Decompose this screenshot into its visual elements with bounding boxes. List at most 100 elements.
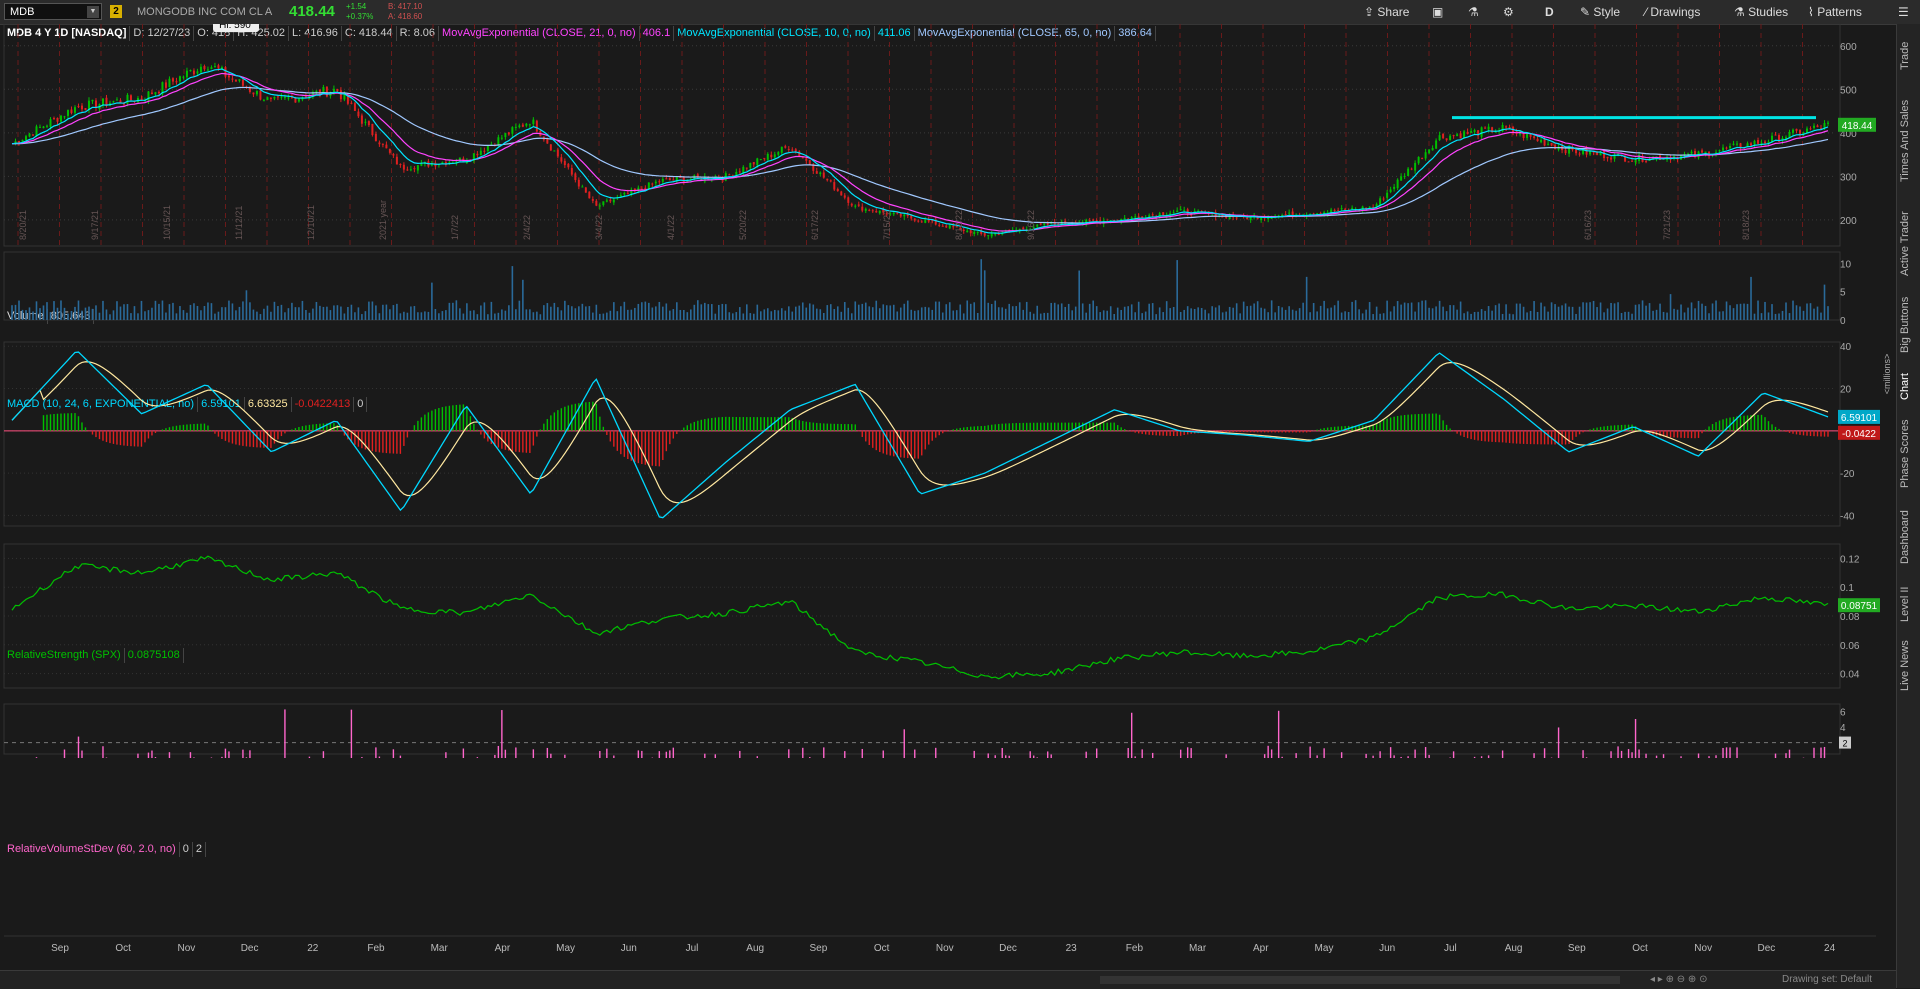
chevron-down-icon[interactable]: ▼ — [87, 6, 99, 18]
patterns-button[interactable]: ⌇ Patterns — [1808, 0, 1862, 24]
candle-body — [602, 201, 605, 205]
candle-body — [1333, 209, 1336, 211]
flask-icon[interactable]: ⚗ — [1468, 0, 1479, 24]
candle-body — [101, 98, 104, 106]
candle-body — [518, 125, 521, 128]
candle-body — [262, 100, 265, 102]
x-axis-label: Jul — [686, 943, 699, 954]
candle-body — [770, 154, 773, 158]
tab-times-and-sales[interactable]: Times And Sales — [1899, 86, 1919, 196]
candle-body — [826, 178, 829, 181]
candle-body — [875, 210, 878, 213]
candle-body — [1529, 134, 1532, 137]
tab-big-buttons[interactable]: Big Buttons — [1899, 290, 1919, 360]
x-axis-label: Oct — [874, 943, 890, 954]
candle-body — [966, 230, 969, 233]
change-percent: +0.37% — [346, 12, 374, 21]
date-label: 3/4/22 — [594, 215, 604, 240]
style-button[interactable]: ✎ Style — [1580, 0, 1620, 24]
candle-body — [843, 195, 846, 198]
candle-body — [325, 86, 328, 97]
bottom-scrollbar[interactable]: ◂ ▸ ⊕ ⊖ ⊕ ⊙ Drawing set: Default — [0, 970, 1896, 989]
candle-body — [1424, 152, 1427, 159]
candle-body — [339, 90, 342, 100]
tab-phase-scores[interactable]: Phase Scores — [1899, 414, 1919, 494]
tab-live-news[interactable]: Live News — [1899, 636, 1919, 696]
symbol-input[interactable]: MDB ▼ — [4, 3, 102, 20]
tab-trade[interactable]: Trade — [1899, 32, 1919, 80]
ma10-line — [11, 68, 1829, 234]
candle-body — [213, 66, 216, 68]
tab-chart[interactable]: Chart — [1899, 367, 1919, 407]
candle-body — [567, 163, 570, 168]
candle-body — [1533, 136, 1536, 138]
candle-body — [231, 78, 234, 80]
candle-body — [777, 152, 780, 155]
scroll-thumb[interactable] — [1100, 976, 1620, 984]
candle-body — [1246, 217, 1249, 220]
date-label: 10/15/21 — [162, 205, 172, 240]
candle-body — [1729, 146, 1732, 149]
candle-body — [595, 200, 598, 206]
candle-body — [598, 205, 601, 207]
candle-body — [360, 115, 363, 124]
candle-body — [399, 164, 402, 166]
date-label: 1/7/22 — [450, 215, 460, 240]
candle-body — [266, 97, 269, 100]
rvol-tick-label: 4 — [1840, 723, 1846, 734]
drawings-button[interactable]: ⁄ Drawings — [1645, 0, 1700, 24]
tab-active-trader[interactable]: Active Trader — [1899, 204, 1919, 284]
candle-body — [938, 224, 941, 226]
candle-body — [623, 192, 626, 195]
candle-body — [252, 92, 255, 95]
candle-body — [570, 168, 573, 175]
candle-body — [157, 91, 160, 94]
tab-level-ii[interactable]: Level II — [1899, 579, 1919, 629]
volume-tick-label: 10 — [1840, 259, 1852, 270]
snapshot-icon[interactable]: ▣ — [1432, 0, 1443, 24]
volume-tick-label: 0 — [1840, 316, 1846, 327]
candle-body — [1816, 125, 1819, 128]
zoom-controls-icon[interactable]: ◂ ▸ ⊕ ⊖ ⊕ ⊙ — [1650, 971, 1707, 989]
candle-body — [402, 164, 405, 170]
macd-tick-label: 40 — [1840, 342, 1852, 353]
candle-body — [1645, 161, 1648, 163]
candle-body — [1757, 140, 1760, 144]
drawing-set-label[interactable]: Drawing set: Default — [1782, 971, 1872, 989]
x-axis-label: Apr — [495, 943, 511, 954]
candle-body — [1547, 143, 1550, 145]
x-axis-label: 23 — [1066, 943, 1078, 954]
chart-canvas[interactable]: 200300400500600Hi: 590418.448/20/21 9/17/… — [0, 24, 1896, 970]
link-badge[interactable]: 2 — [110, 5, 122, 18]
candle-body — [1428, 149, 1431, 154]
candle-body — [189, 70, 192, 72]
candle-body — [1554, 144, 1557, 150]
candle-body — [507, 132, 510, 135]
candle-body — [38, 126, 41, 128]
candle-body — [1809, 128, 1812, 130]
candle-body — [168, 78, 171, 88]
candle-body — [987, 235, 990, 237]
candle-body — [21, 139, 24, 142]
x-axis-label: Aug — [1505, 943, 1523, 954]
candle-body — [1417, 157, 1420, 164]
share-button[interactable]: ⇪ Share — [1364, 0, 1409, 24]
tab-dashboard[interactable]: Dashboard — [1899, 502, 1919, 572]
candle-body — [1344, 208, 1347, 210]
candle-body — [532, 119, 535, 125]
candle-body — [1603, 150, 1606, 159]
date-label: 6/16/23 — [1583, 210, 1593, 240]
candle-body — [1732, 143, 1735, 145]
gear-icon[interactable]: ⚙ — [1503, 0, 1514, 24]
candle-body — [255, 91, 258, 95]
candle-body — [822, 172, 825, 178]
menu-icon[interactable]: ☰ — [1898, 0, 1909, 24]
candle-body — [1172, 212, 1175, 214]
aggregation-button[interactable]: D — [1545, 0, 1554, 24]
candle-body — [52, 117, 55, 119]
macd-tick-label: -40 — [1840, 511, 1855, 522]
x-axis-label: Jun — [1379, 943, 1395, 954]
candle-body — [766, 153, 769, 160]
candle-body — [1183, 209, 1186, 211]
studies-button[interactable]: ⚗ Studies — [1734, 0, 1788, 24]
